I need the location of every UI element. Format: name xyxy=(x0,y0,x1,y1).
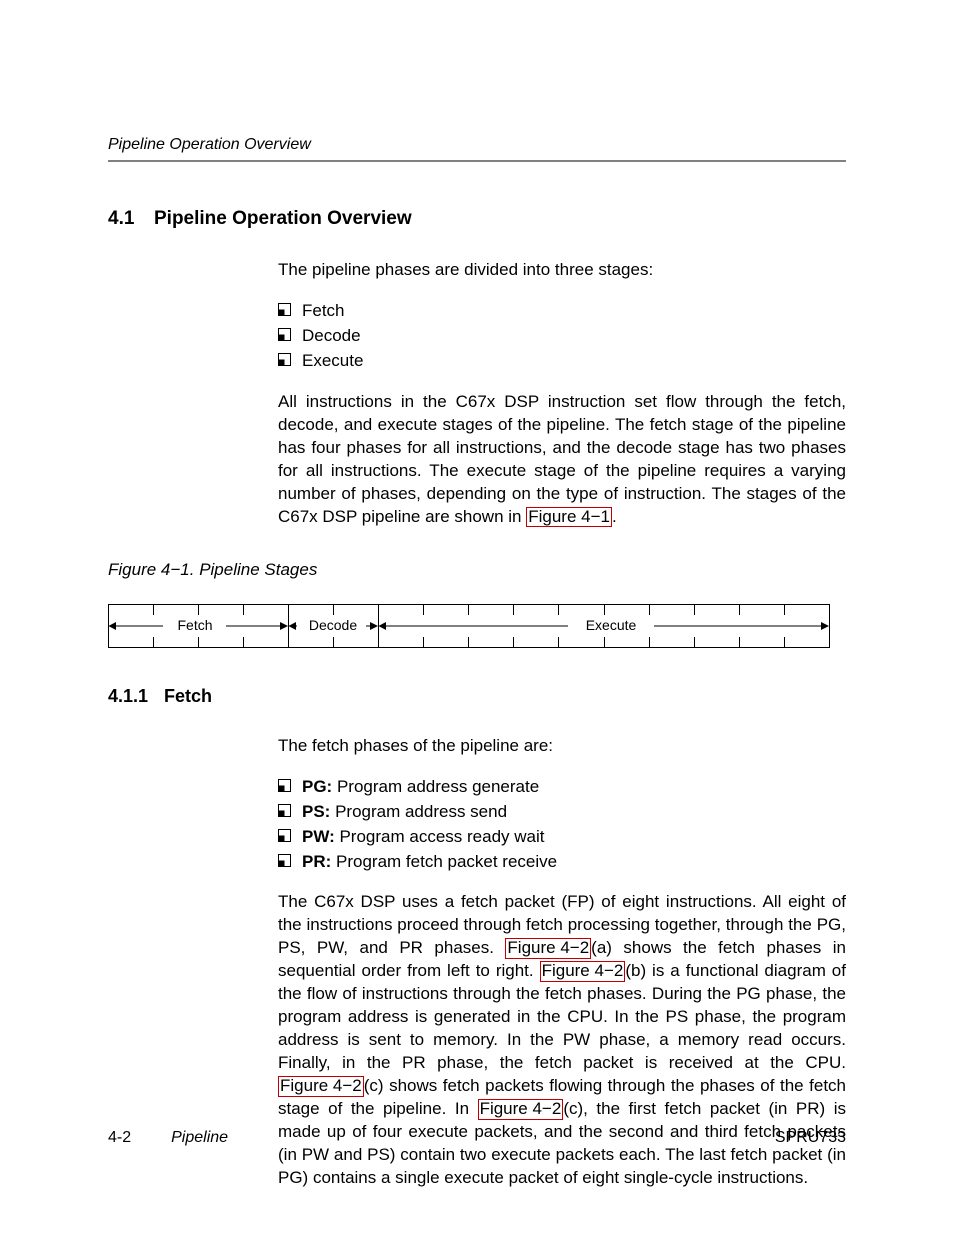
subsection-number: 4.1.1 xyxy=(108,684,164,708)
list-label: PS: Program address send xyxy=(302,801,507,824)
section-paragraph: All instructions in the C67x DSP instruc… xyxy=(278,391,846,529)
bullet-icon xyxy=(278,350,302,366)
bullet-icon xyxy=(278,826,302,842)
list-label: PR: Program fetch packet receive xyxy=(302,851,557,874)
header-rule xyxy=(108,160,846,162)
text: . xyxy=(612,507,617,526)
pipeline-stages-diagram: Fetch Decode Execute xyxy=(108,604,846,655)
phase-code: PR: xyxy=(302,852,331,871)
phase-code: PG: xyxy=(302,777,332,796)
list-label: Execute xyxy=(302,350,363,373)
list-item: Fetch xyxy=(278,300,846,323)
figure-caption: Figure 4−1. Pipeline Stages xyxy=(108,559,846,582)
figure-link[interactable]: Figure 4−2 xyxy=(478,1099,564,1120)
page-footer: 4-2 Pipeline SPRU733 xyxy=(108,1127,846,1149)
section-number: 4.1 xyxy=(108,206,154,232)
text: All instructions in the C67x DSP instruc… xyxy=(278,392,846,526)
list-label: PG: Program address generate xyxy=(302,776,539,799)
figure-link[interactable]: Figure 4−1 xyxy=(526,507,612,528)
chapter-name: Pipeline xyxy=(171,1127,228,1149)
diagram-label-decode: Decode xyxy=(309,617,357,633)
section-intro: The pipeline phases are divided into thr… xyxy=(278,259,846,282)
subsection-title: Fetch xyxy=(164,686,212,706)
stage-list: Fetch Decode Execute xyxy=(278,300,846,373)
figure-link[interactable]: Figure 4−2 xyxy=(278,1076,364,1097)
page-number: 4-2 xyxy=(108,1127,131,1149)
diagram-label-execute: Execute xyxy=(586,617,637,633)
list-item: Execute xyxy=(278,350,846,373)
bullet-icon xyxy=(278,776,302,792)
doc-number: SPRU733 xyxy=(775,1127,846,1149)
bullet-icon xyxy=(278,300,302,316)
list-item: PS: Program address send xyxy=(278,801,846,824)
list-label: Decode xyxy=(302,325,361,348)
list-item: Decode xyxy=(278,325,846,348)
phase-code: PW: xyxy=(302,827,335,846)
bullet-icon xyxy=(278,851,302,867)
phase-code: PS: xyxy=(302,802,330,821)
phase-list: PG: Program address generate PS: Program… xyxy=(278,776,846,874)
phase-desc: Program address send xyxy=(330,802,507,821)
figure-link[interactable]: Figure 4−2 xyxy=(505,938,591,959)
list-label: PW: Program access ready wait xyxy=(302,826,545,849)
subsection-heading: 4.1.1Fetch xyxy=(108,684,846,708)
list-item: PR: Program fetch packet receive xyxy=(278,851,846,874)
running-header: Pipeline Operation Overview xyxy=(108,134,846,156)
page: Pipeline Operation Overview 4.1Pipeline … xyxy=(0,0,954,1235)
phase-desc: Program fetch packet receive xyxy=(331,852,557,871)
bullet-icon xyxy=(278,325,302,341)
list-item: PW: Program access ready wait xyxy=(278,826,846,849)
phase-desc: Program access ready wait xyxy=(335,827,545,846)
subsection-intro: The fetch phases of the pipeline are: xyxy=(278,735,846,758)
list-item: PG: Program address generate xyxy=(278,776,846,799)
diagram-label-fetch: Fetch xyxy=(177,617,212,633)
list-label: Fetch xyxy=(302,300,345,323)
section-heading: 4.1Pipeline Operation Overview xyxy=(108,206,846,232)
section-title: Pipeline Operation Overview xyxy=(154,208,412,229)
figure-link[interactable]: Figure 4−2 xyxy=(540,961,626,982)
bullet-icon xyxy=(278,801,302,817)
phase-desc: Program address generate xyxy=(332,777,539,796)
